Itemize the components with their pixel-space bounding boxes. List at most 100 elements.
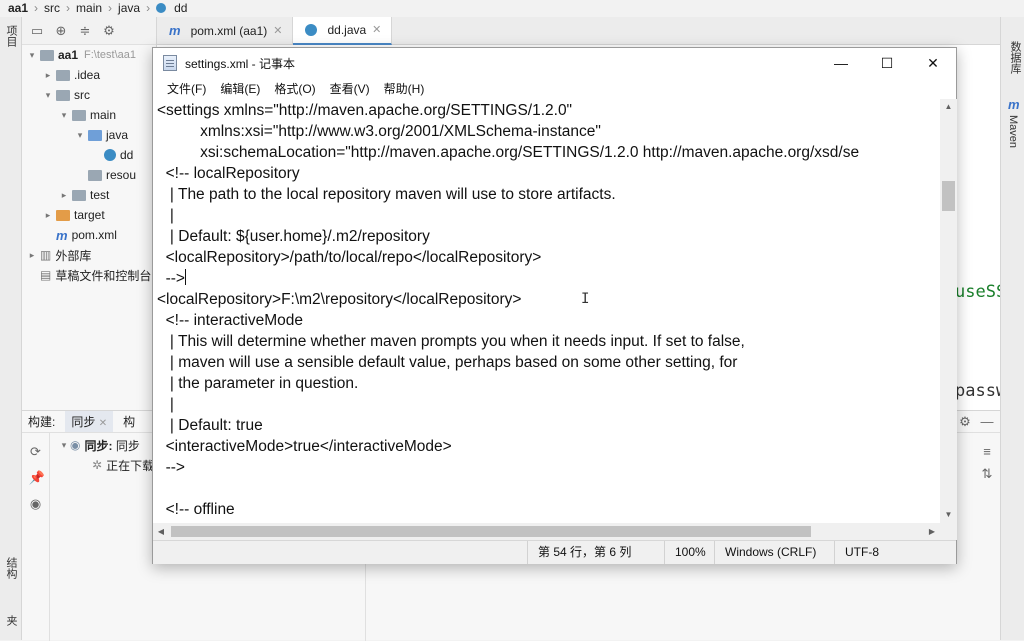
chevron-right-icon[interactable]: ▸ (42, 210, 54, 221)
breadcrumb-item[interactable]: dd (174, 1, 187, 15)
chevron-down-icon[interactable]: ▾ (42, 90, 54, 101)
tab-dd-java[interactable]: dd.java ✕ (293, 16, 393, 45)
build-panel-actions: ⚙ — ≡ ⇅ (952, 411, 1000, 641)
menu-view[interactable]: 查看(V) (323, 80, 377, 97)
project-tool-tab[interactable]: 项目 (3, 25, 19, 47)
close-icon[interactable]: ✕ (99, 418, 107, 429)
scroll-up-icon[interactable]: ▲ (940, 99, 957, 115)
notepad-window: settings.xml - 记事本 — ☐ ✕ 文件(F) 编辑(E) 格式(… (152, 47, 957, 564)
tree-item[interactable]: ▸ .idea (22, 65, 156, 85)
close-button[interactable]: ✕ (910, 48, 956, 78)
tree-item-label: dd (120, 148, 134, 162)
cursor-position: 第 54 行，第 6 列 (527, 541, 664, 564)
pin-icon[interactable]: 📌 (29, 471, 45, 485)
window-title: settings.xml - 记事本 (185, 56, 296, 71)
notepad-title-bar[interactable]: settings.xml - 记事本 — ☐ ✕ (153, 48, 956, 78)
folder-icon (88, 129, 102, 141)
maven-tool-tab[interactable]: Maven (1007, 115, 1019, 148)
chevron-down-icon[interactable]: ▾ (74, 130, 86, 141)
text-line-content: --> (157, 459, 185, 476)
locate-icon[interactable]: ⊕ (54, 23, 68, 38)
tree-item[interactable]: ▤ 草稿文件和控制台 (22, 265, 156, 285)
text-line: | (157, 205, 940, 226)
tree-item[interactable]: dd (22, 145, 156, 165)
scroll-right-icon[interactable]: ▶ (924, 523, 940, 540)
tree-item[interactable]: ▸ target (22, 205, 156, 225)
wrap-icon[interactable]: ≡ (980, 445, 994, 459)
minimize-button[interactable]: — (818, 48, 864, 78)
scroll-thumb[interactable] (942, 181, 955, 211)
text-line-content: | This will determine whether maven prom… (157, 333, 745, 350)
close-icon[interactable]: ✕ (273, 24, 282, 37)
chevron-down-icon[interactable]: ▾ (58, 110, 70, 121)
build-toolbar: ⟳ 📌 ◉ (22, 433, 50, 641)
tree-item[interactable]: ▸ test (22, 185, 156, 205)
tab-other[interactable]: 构 (123, 413, 135, 430)
chevron-down-icon[interactable]: ▾ (26, 50, 38, 61)
text-line-content: <!-- localRepository (157, 165, 300, 182)
text-line-content: | Default: ${user.home}/.m2/repository (157, 228, 430, 245)
menu-help[interactable]: 帮助(H) (377, 80, 432, 97)
tree-item[interactable]: ▾ src (22, 85, 156, 105)
tree-item[interactable]: ▾ main (22, 105, 156, 125)
text-area[interactable]: <settings xmlns="http://maven.apache.org… (157, 100, 940, 573)
text-line: | This will determine whether maven prom… (157, 331, 940, 352)
text-line: <localRepository>/path/to/local/repo</lo… (157, 247, 940, 268)
tree-item[interactable]: ▸ ▥ 外部库 (22, 245, 156, 265)
eye-icon[interactable]: ◉ (29, 497, 43, 511)
tree-item-label: 草稿文件和控制台 (55, 268, 152, 283)
gear-icon[interactable]: ⚙ (102, 23, 116, 38)
breadcrumb-item[interactable]: src (44, 1, 60, 15)
sync-icon: ◉ (70, 438, 81, 452)
tree-item-label: java (106, 128, 129, 142)
tree-item[interactable]: m pom.xml (22, 225, 156, 245)
tab-pom-xml[interactable]: m pom.xml (aa1) ✕ (157, 16, 294, 45)
refresh-icon[interactable]: ⟳ (29, 445, 43, 459)
maximize-button[interactable]: ☐ (864, 48, 910, 78)
database-tool-tab[interactable]: 数据库 (1007, 41, 1023, 74)
menu-file[interactable]: 文件(F) (160, 80, 213, 97)
tree-item[interactable]: ▾ aa1 F:\test\aa1 (22, 45, 156, 65)
chevron-right-icon[interactable]: ▸ (58, 190, 70, 201)
text-line: | maven will use a sensible default valu… (157, 352, 940, 373)
folder-icon (88, 169, 102, 181)
text-line-content: <localRepository>/path/to/local/repo</lo… (157, 249, 542, 266)
scroll-down-icon[interactable]: ▼ (940, 507, 957, 523)
project-tree: ▾ aa1 F:\test\aa1 ▸ .idea ▾ src ▾ main ▾ java dd res… (22, 45, 156, 285)
collapse-icon[interactable]: ≑ (78, 23, 92, 38)
close-icon[interactable]: ✕ (372, 23, 381, 36)
vertical-scrollbar[interactable]: ▲ ▼ (940, 99, 957, 523)
tree-item[interactable]: resou (22, 165, 156, 185)
chevron-right-icon[interactable]: ▸ (42, 70, 54, 81)
menu-edit[interactable]: 编辑(E) (213, 80, 267, 97)
project-view-icon[interactable]: ▭ (30, 23, 44, 38)
text-line-content: <!-- offline (157, 501, 235, 518)
chevron-right-icon[interactable]: ▸ (26, 250, 38, 261)
scroll-left-icon[interactable]: ◀ (153, 523, 169, 540)
class-icon (156, 3, 167, 13)
tab-sync[interactable]: 同步 ✕ (65, 411, 114, 432)
breadcrumb-item[interactable]: aa1 (8, 1, 28, 15)
tree-item[interactable]: ▾ java (22, 125, 156, 145)
breadcrumb-item[interactable]: main (76, 1, 102, 15)
structure-tool-tab[interactable]: 结构 (3, 557, 19, 579)
minimize-icon[interactable]: — (980, 415, 994, 429)
text-line-content: | maven will use a sensible default valu… (157, 354, 738, 371)
maven-icon: m (1008, 97, 1020, 112)
text-line-content: | (157, 207, 174, 224)
horizontal-scrollbar[interactable]: ◀ ▶ (153, 523, 940, 540)
text-line: <!-- localRepository (157, 163, 940, 184)
sort-icon[interactable]: ⇅ (980, 467, 994, 481)
scratch-icon: ▤ (40, 268, 52, 282)
text-line: | The path to the local repository maven… (157, 184, 940, 205)
menu-format[interactable]: 格式(O) (267, 80, 322, 97)
gear-icon[interactable]: ⚙ (958, 415, 972, 429)
notepad-icon (163, 55, 177, 71)
text-line: | Default: true (157, 415, 940, 436)
breadcrumb-item[interactable]: java (118, 1, 140, 15)
breadcrumb-separator: › (66, 1, 71, 15)
breadcrumb-separator: › (34, 1, 39, 15)
scroll-thumb[interactable] (171, 526, 811, 537)
tab-label: dd.java (327, 22, 367, 37)
tree-item-label: target (74, 208, 105, 222)
